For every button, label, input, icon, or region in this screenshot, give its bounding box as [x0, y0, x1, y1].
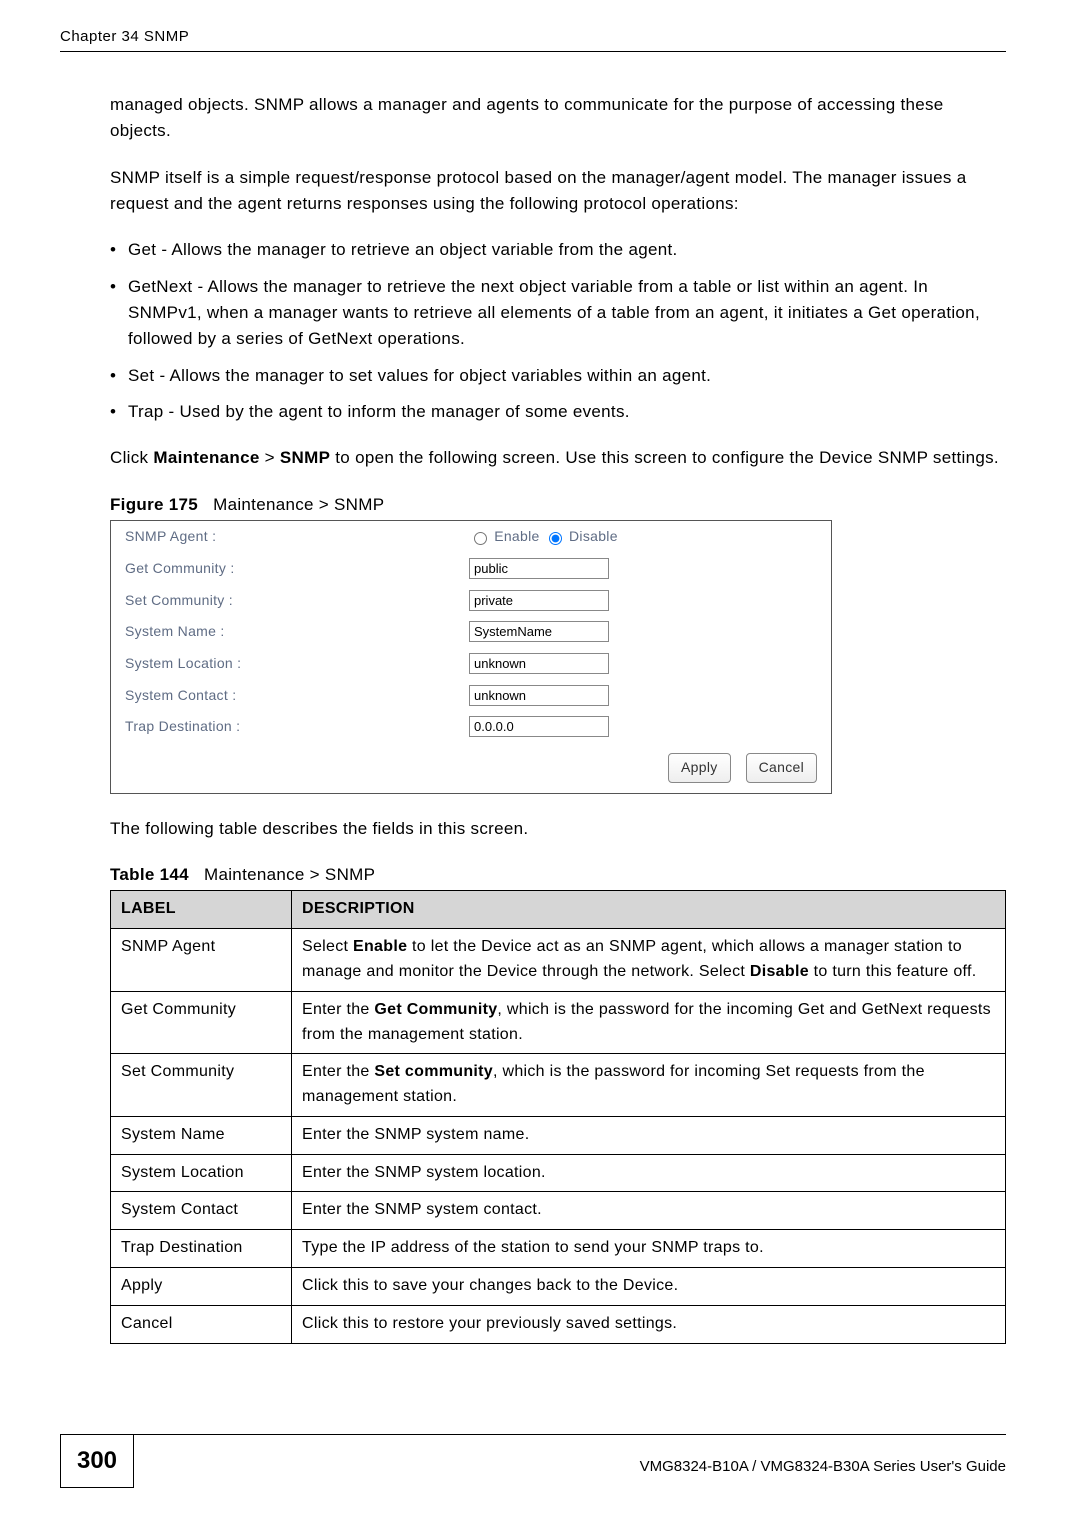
bullet-dot: •: [110, 274, 128, 353]
click-instruction: Click Maintenance > SNMP to open the fol…: [110, 445, 1006, 471]
table-label-cell: Apply: [111, 1268, 292, 1306]
cancel-button[interactable]: Cancel: [746, 753, 817, 783]
description-table: LABEL DESCRIPTION SNMP Agent Select Enab…: [110, 890, 1006, 1343]
trap-destination-input[interactable]: [469, 716, 609, 737]
bullet-list: •Get - Allows the manager to retrieve an…: [110, 237, 1006, 425]
figure-caption: Figure 175 Maintenance > SNMP: [110, 492, 1006, 518]
figure-number: Figure 175: [110, 495, 198, 514]
form-label: Trap Destination :: [111, 711, 455, 743]
text: >: [260, 448, 280, 467]
bullet-dot: •: [110, 237, 128, 263]
table-header: LABEL: [111, 891, 292, 929]
table-row: SNMP Agent Select Enable to let the Devi…: [111, 929, 1006, 992]
table-desc-cell: Select Enable to let the Device act as a…: [292, 929, 1006, 992]
table-row: System Name Enter the SNMP system name.: [111, 1116, 1006, 1154]
table-desc-cell: Click this to restore your previously sa…: [292, 1305, 1006, 1343]
bullet-text: Set - Allows the manager to set values f…: [128, 363, 1006, 389]
snmp-form-screenshot: SNMP Agent : Enable Disable Get Communit…: [110, 520, 832, 794]
form-label: SNMP Agent :: [111, 521, 455, 553]
form-label: Get Community :: [111, 553, 455, 585]
table-row: System Contact Enter the SNMP system con…: [111, 1192, 1006, 1230]
table-title: Maintenance > SNMP: [204, 865, 375, 884]
bullet-text: Get - Allows the manager to retrieve an …: [128, 237, 1006, 263]
get-community-input[interactable]: [469, 558, 609, 579]
table-row: Set Community Enter the Set community, w…: [111, 1054, 1006, 1117]
form-label: System Location :: [111, 648, 455, 680]
table-desc-cell: Enter the SNMP system contact.: [292, 1192, 1006, 1230]
bold-text: SNMP: [280, 448, 330, 467]
bold-text: Maintenance: [153, 448, 259, 467]
table-desc-cell: Type the IP address of the station to se…: [292, 1230, 1006, 1268]
table-desc-cell: Enter the SNMP system name.: [292, 1116, 1006, 1154]
text: Click: [110, 448, 153, 467]
paragraph: SNMP itself is a simple request/response…: [110, 165, 1006, 218]
table-desc-cell: Click this to save your changes back to …: [292, 1268, 1006, 1306]
system-location-input[interactable]: [469, 653, 609, 674]
table-label-cell: Trap Destination: [111, 1230, 292, 1268]
table-intro: The following table describes the fields…: [110, 816, 1006, 842]
table-row: Trap Destination Type the IP address of …: [111, 1230, 1006, 1268]
table-label-cell: System Location: [111, 1154, 292, 1192]
table-label-cell: Set Community: [111, 1054, 292, 1117]
table-label-cell: System Contact: [111, 1192, 292, 1230]
form-label: System Name :: [111, 616, 455, 648]
text: to open the following screen. Use this s…: [330, 448, 999, 467]
table-label-cell: Get Community: [111, 991, 292, 1054]
paragraph: managed objects. SNMP allows a manager a…: [110, 92, 1006, 145]
radio-label: Disable: [569, 528, 618, 544]
table-desc-cell: Enter the SNMP system location.: [292, 1154, 1006, 1192]
table-row: Apply Click this to save your changes ba…: [111, 1268, 1006, 1306]
radio-label: Enable: [494, 528, 539, 544]
enable-radio[interactable]: [474, 532, 487, 545]
system-name-input[interactable]: [469, 621, 609, 642]
table-label-cell: System Name: [111, 1116, 292, 1154]
table-label-cell: Cancel: [111, 1305, 292, 1343]
table-number: Table 144: [110, 865, 189, 884]
table-desc-cell: Enter the Set community, which is the pa…: [292, 1054, 1006, 1117]
disable-radio[interactable]: [549, 532, 562, 545]
chapter-header: Chapter 34 SNMP: [60, 28, 1006, 51]
bullet-dot: •: [110, 363, 128, 389]
form-label: System Contact :: [111, 680, 455, 712]
table-header: DESCRIPTION: [292, 891, 1006, 929]
table-desc-cell: Enter the Get Community, which is the pa…: [292, 991, 1006, 1054]
table-caption: Table 144 Maintenance > SNMP: [110, 862, 1006, 888]
table-row: Cancel Click this to restore your previo…: [111, 1305, 1006, 1343]
bullet-dot: •: [110, 399, 128, 425]
table-row: System Location Enter the SNMP system lo…: [111, 1154, 1006, 1192]
page-number: 300: [60, 1435, 134, 1488]
table-label-cell: SNMP Agent: [111, 929, 292, 992]
table-row: Get Community Enter the Get Community, w…: [111, 991, 1006, 1054]
set-community-input[interactable]: [469, 590, 609, 611]
system-contact-input[interactable]: [469, 685, 609, 706]
form-label: Set Community :: [111, 585, 455, 617]
bullet-text: Trap - Used by the agent to inform the m…: [128, 399, 1006, 425]
footer-guide-name: VMG8324-B10A / VMG8324-B30A Series User'…: [134, 1448, 1006, 1475]
bullet-text: GetNext - Allows the manager to retrieve…: [128, 274, 1006, 353]
apply-button[interactable]: Apply: [668, 753, 731, 783]
figure-title: Maintenance > SNMP: [213, 495, 384, 514]
